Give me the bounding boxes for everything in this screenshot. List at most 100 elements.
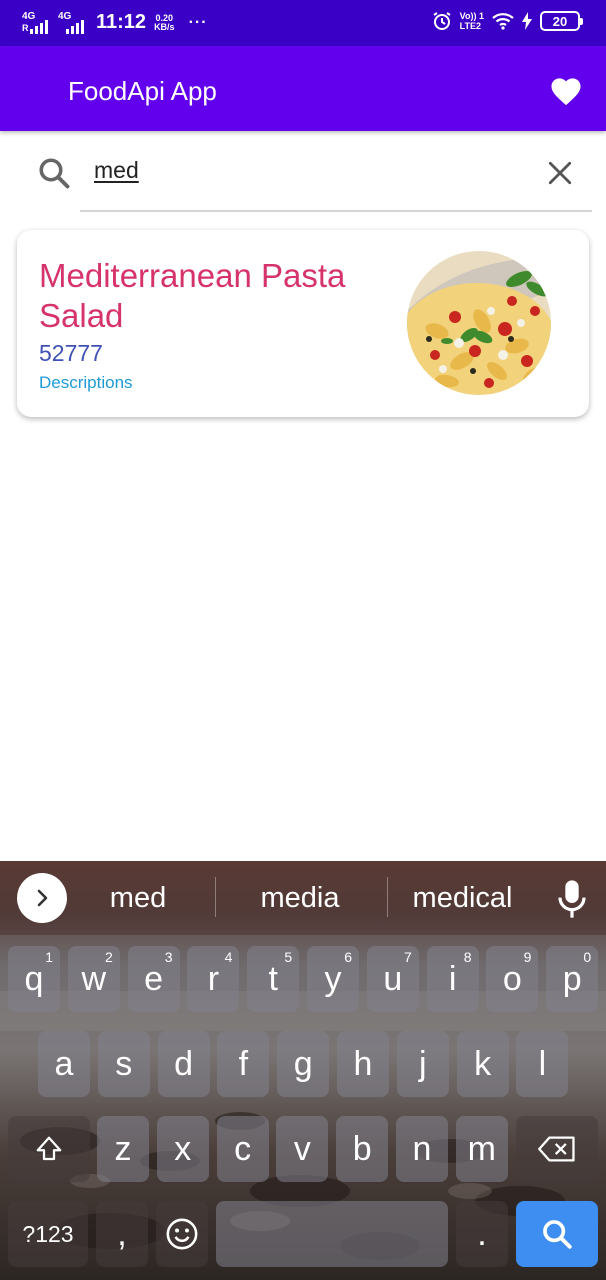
key-label: f	[238, 1044, 249, 1083]
key-hint: 7	[404, 949, 412, 965]
key-g[interactable]: g	[277, 1031, 330, 1097]
wifi-icon	[492, 13, 514, 30]
key-hint: 2	[105, 949, 113, 965]
key-hint: 8	[463, 949, 472, 965]
key-label: l	[538, 1044, 547, 1083]
key-q[interactable]: q1	[8, 946, 60, 1012]
emoji-icon	[166, 1218, 198, 1250]
charging-icon	[522, 12, 532, 30]
heart-icon	[551, 78, 581, 106]
key-hint: 6	[344, 949, 352, 965]
key-f[interactable]: f	[217, 1031, 270, 1097]
shift-key[interactable]	[8, 1116, 90, 1182]
suggestion-strip: med media medical	[0, 861, 606, 935]
search-key[interactable]	[516, 1201, 598, 1267]
status-bar: 4G R 4G 11:12 0.20 KB/s ··· Vo)) 1 LTE2 …	[0, 0, 606, 46]
key-hint: 3	[164, 949, 173, 965]
battery-indicator: 20	[540, 11, 583, 31]
suggestion-2[interactable]: media	[235, 882, 365, 915]
key-x[interactable]: x	[156, 1116, 209, 1182]
key-label: o	[502, 959, 522, 998]
key-label: b	[352, 1129, 372, 1168]
key-z[interactable]: z	[97, 1116, 149, 1182]
suggestion-divider	[387, 877, 388, 917]
key-e[interactable]: e3	[127, 946, 180, 1012]
key-v[interactable]: v	[276, 1116, 329, 1182]
search-icon	[39, 158, 70, 189]
key-label: j	[419, 1044, 427, 1083]
favorites-button[interactable]	[544, 70, 588, 110]
backspace-key[interactable]	[516, 1116, 598, 1182]
suggestion-3[interactable]: medical	[400, 882, 525, 915]
search-icon	[543, 1220, 572, 1249]
meal-id: 52777	[39, 340, 103, 366]
key-label: y	[324, 959, 342, 998]
key-label: k	[474, 1044, 492, 1083]
key-label: p	[562, 959, 582, 998]
search-underline	[80, 210, 592, 212]
microphone-icon[interactable]	[556, 879, 588, 919]
clear-search-button[interactable]	[540, 153, 580, 193]
key-m[interactable]: m	[455, 1116, 508, 1182]
key-a[interactable]: a	[38, 1031, 90, 1097]
key-w[interactable]: w2	[67, 946, 120, 1012]
meal-title: Mediterranean Pasta Salad	[39, 257, 346, 334]
suggestion-1[interactable]: med	[86, 882, 190, 915]
key-label: d	[174, 1044, 194, 1083]
key-label: g	[293, 1044, 313, 1083]
clock: 11:12	[96, 11, 147, 33]
expand-toolbar-button[interactable]	[17, 873, 67, 923]
key-c[interactable]: c	[216, 1116, 269, 1182]
key-label: e	[144, 959, 164, 998]
signal-indicator-2: 4G	[58, 11, 88, 34]
key-label: m	[467, 1129, 496, 1168]
key-label: r	[207, 959, 220, 998]
period-key[interactable]: .	[456, 1201, 508, 1267]
key-r[interactable]: r4	[187, 946, 240, 1012]
key-label: u	[383, 959, 403, 998]
key-hint: 4	[224, 949, 233, 965]
suggestion-divider	[215, 877, 216, 917]
key-k[interactable]: k	[456, 1031, 509, 1097]
key-label: w	[81, 959, 107, 998]
meal-image	[407, 251, 551, 395]
emoji-key[interactable]	[156, 1201, 208, 1267]
comma-key[interactable]: ,	[96, 1201, 148, 1267]
backspace-icon	[538, 1136, 575, 1162]
key-label: s	[115, 1044, 133, 1083]
key-i[interactable]: i8	[426, 946, 479, 1012]
key-j[interactable]: j	[396, 1031, 449, 1097]
key-label: h	[353, 1044, 373, 1083]
key-b[interactable]: b	[336, 1116, 389, 1182]
key-hint: 0	[583, 949, 592, 965]
soft-keyboard: med media medical ?123 , . q1w2e3r4t5y6u…	[0, 861, 606, 1280]
key-h[interactable]: h	[337, 1031, 389, 1097]
key-u[interactable]: u7	[366, 946, 419, 1012]
key-label: c	[234, 1129, 252, 1168]
descriptions-link[interactable]: Descriptions	[39, 373, 133, 393]
shift-icon	[36, 1136, 62, 1161]
key-p[interactable]: p0	[546, 946, 599, 1012]
key-label: t	[268, 959, 278, 998]
key-l[interactable]: l	[516, 1031, 569, 1097]
key-label: n	[412, 1129, 432, 1168]
key-s[interactable]: s	[97, 1031, 150, 1097]
key-label: q	[24, 959, 44, 998]
key-y[interactable]: y6	[307, 946, 359, 1012]
key-label: i	[448, 959, 457, 998]
key-label: x	[174, 1129, 192, 1168]
key-hint: 9	[523, 949, 532, 965]
key-d[interactable]: d	[157, 1031, 210, 1097]
symbols-key[interactable]: ?123	[8, 1201, 88, 1267]
space-key[interactable]	[216, 1201, 448, 1267]
key-t[interactable]: t5	[247, 946, 300, 1012]
search-input[interactable]: med	[94, 157, 139, 184]
key-o[interactable]: o9	[486, 946, 539, 1012]
meal-card[interactable]: Mediterranean Pasta Salad 52777 Descript…	[17, 230, 589, 417]
close-icon	[548, 161, 572, 185]
network-speed: 0.20 KB/s	[154, 12, 175, 32]
key-n[interactable]: n	[396, 1116, 448, 1182]
key-label: a	[54, 1044, 74, 1083]
key-label: v	[293, 1129, 311, 1168]
key-hint: 5	[284, 949, 293, 965]
